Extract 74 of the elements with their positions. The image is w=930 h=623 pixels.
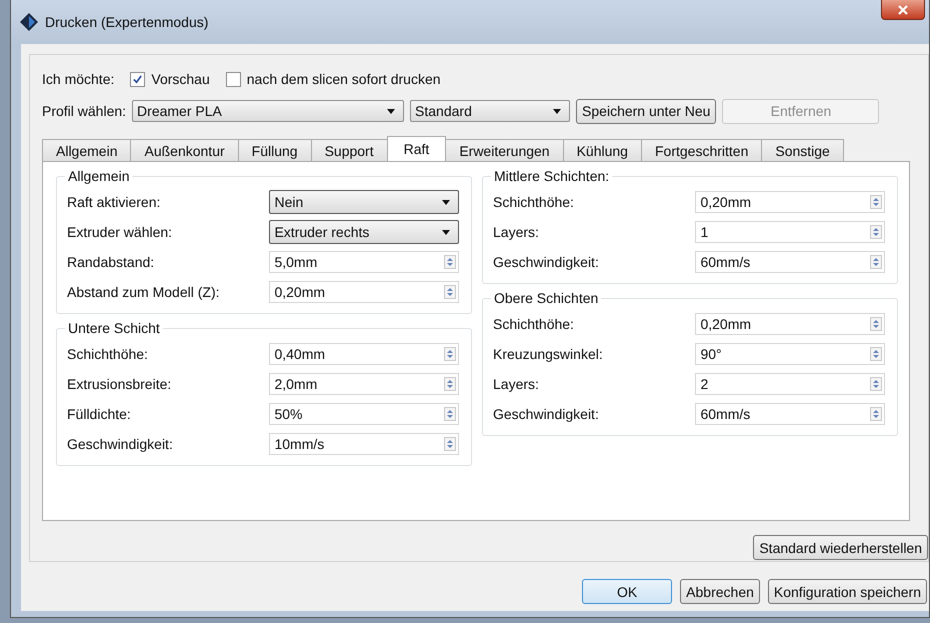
checkbox-label: nach dem slicen sofort drucken [246, 71, 441, 87]
options-label: Ich möchte: [42, 71, 114, 87]
dropdown[interactable]: Extruder rechts [269, 220, 459, 244]
profile-label: Profil wählen: [42, 103, 126, 119]
spin-field[interactable]: 60mm/s [695, 251, 885, 273]
spinner-arrows-icon[interactable] [444, 255, 456, 269]
spinner-arrows-icon[interactable] [444, 347, 456, 361]
spin-field[interactable]: 10mm/s [269, 433, 459, 455]
spinner-arrows-icon[interactable] [444, 285, 456, 299]
field-label: Geschwindigkeit: [493, 406, 600, 422]
field-label: Extruder wählen: [67, 224, 174, 240]
spin-field[interactable]: 5,0mm [269, 251, 459, 273]
tab[interactable]: Allgemein [42, 139, 132, 161]
field-label: Fülldichte: [67, 406, 132, 422]
spinner-arrows-icon[interactable] [870, 195, 882, 209]
group-title: Mittlere Schichten: [491, 168, 612, 184]
field-label: Layers: [493, 224, 540, 240]
close-icon [897, 4, 909, 16]
dialog-button[interactable]: Abbrechen [680, 579, 760, 604]
spin-field[interactable]: 0,20mm [695, 313, 885, 335]
field-label: Schichthöhe: [67, 346, 149, 362]
group-title: Untere Schicht [65, 320, 163, 336]
spin-field[interactable]: 0,20mm [269, 281, 459, 303]
spinner-arrows-icon[interactable] [444, 377, 456, 391]
spin-field[interactable]: 0,20mm [695, 191, 885, 213]
field-label: Kreuzungswinkel: [493, 346, 604, 362]
field-label: Schichthöhe: [493, 316, 575, 332]
field-label: Randabstand: [67, 254, 156, 270]
spinner-arrows-icon[interactable] [444, 407, 456, 421]
tab[interactable]: Erweiterungen [445, 139, 564, 161]
spin-field[interactable]: 50% [269, 403, 459, 425]
spin-field[interactable]: 1 [695, 221, 885, 243]
tab[interactable]: Support [310, 139, 388, 161]
checkbox-label: Vorschau [151, 71, 210, 87]
spin-field[interactable]: 60mm/s [695, 403, 885, 425]
dropdown[interactable]: Nein [269, 190, 459, 214]
tab[interactable]: Raft [386, 136, 446, 161]
dialog-button[interactable]: Konfiguration speichern [768, 579, 927, 604]
spinner-arrows-icon[interactable] [870, 225, 882, 239]
field-label: Extrusionsbreite: [67, 376, 172, 392]
field-label: Abstand zum Modell (Z): [67, 284, 220, 300]
field-label: Geschwindigkeit: [67, 436, 174, 452]
checkbox[interactable] [226, 72, 241, 86]
spin-field[interactable]: 2 [695, 373, 885, 395]
dialog-button[interactable]: OK [582, 579, 672, 604]
field-label: Raft aktivieren: [67, 194, 162, 210]
spin-field[interactable]: 0,40mm [269, 343, 459, 365]
tab[interactable]: Füllung [238, 139, 312, 161]
tab[interactable]: Kühlung [562, 139, 642, 161]
field-label: Geschwindigkeit: [493, 254, 600, 270]
spin-field[interactable]: 2,0mm [269, 373, 459, 395]
field-label: Schichthöhe: [493, 194, 575, 210]
profile-button[interactable]: Speichern unter Neu [576, 98, 716, 124]
restore-defaults-button[interactable]: Standard wiederherstellen [753, 535, 928, 560]
checkbox[interactable] [130, 72, 146, 86]
group-title: Allgemein [65, 168, 132, 184]
window-title: Drucken (Expertenmodus) [45, 14, 208, 30]
group-title: Obere Schichten [491, 290, 602, 306]
spinner-arrows-icon[interactable] [870, 255, 882, 269]
preset-dropdown[interactable]: Standard [410, 100, 570, 122]
spinner-arrows-icon[interactable] [444, 437, 456, 451]
tab[interactable]: Sonstige [761, 139, 844, 161]
field-label: Layers: [493, 376, 540, 392]
close-button[interactable] [881, 0, 925, 20]
tab[interactable]: Fortgeschritten [640, 139, 762, 161]
checkmark-icon [132, 74, 144, 84]
spin-field[interactable]: 90° [695, 343, 885, 365]
profile-dropdown[interactable]: Dreamer PLA [132, 100, 404, 122]
spinner-arrows-icon[interactable] [870, 347, 882, 361]
diamond-icon [19, 12, 39, 32]
spinner-arrows-icon[interactable] [870, 407, 882, 421]
spinner-arrows-icon[interactable] [870, 317, 882, 331]
tab[interactable]: Außenkontur [130, 139, 239, 161]
spinner-arrows-icon[interactable] [870, 377, 882, 391]
